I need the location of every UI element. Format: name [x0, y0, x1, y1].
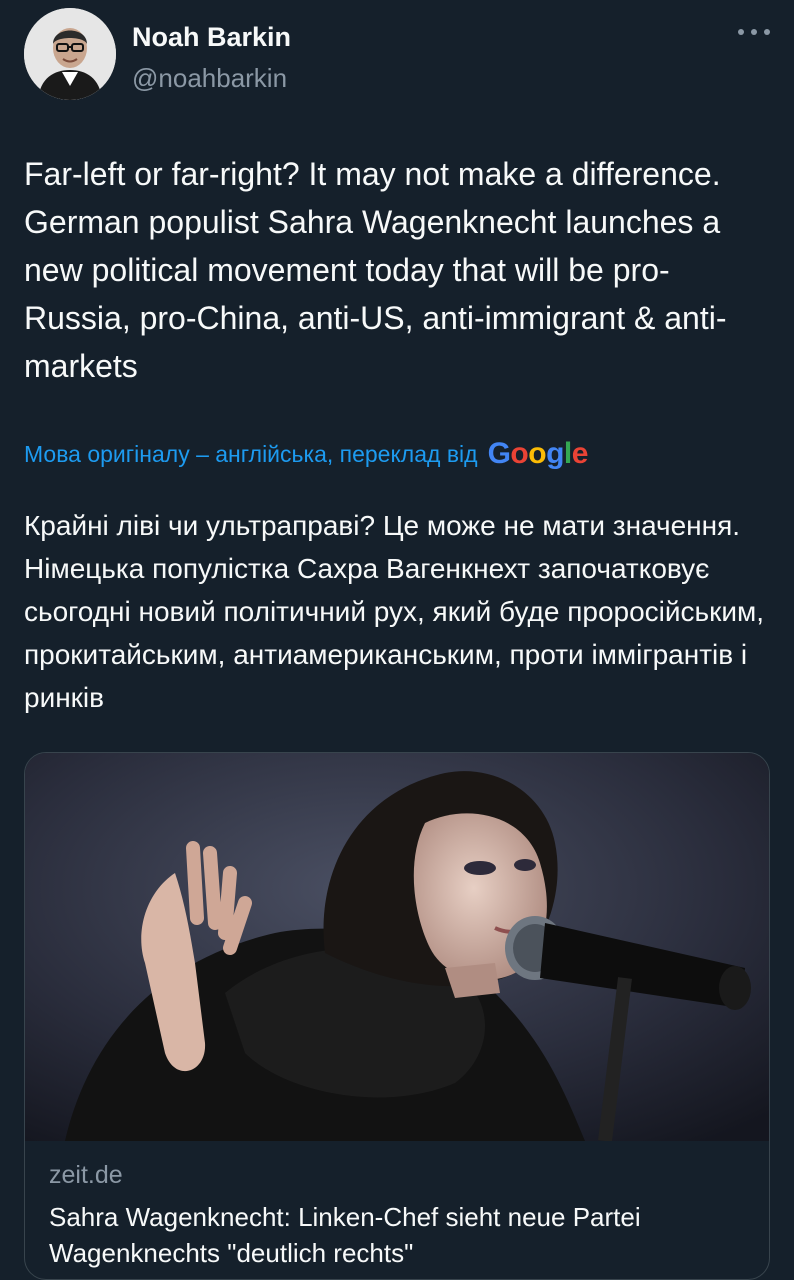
speaker-photo-image — [25, 753, 769, 1141]
avatar[interactable] — [24, 8, 116, 100]
translated-text: Крайні ліві чи ультраправі? Це може не м… — [24, 510, 765, 713]
tweet: Noah Barkin @noahbarkin Far-left or far-… — [0, 0, 794, 1280]
card-domain[interactable]: zeit.de — [49, 1161, 123, 1190]
translation-label[interactable]: Мова оригіналу – англійська, переклад ві… — [24, 441, 478, 468]
translation-attribution[interactable]: Мова оригіналу – англійська, переклад ві… — [24, 434, 588, 474]
dot — [751, 29, 757, 35]
tweet-text: Far-left or far-right? It may not make a… — [24, 156, 727, 384]
author-handle[interactable]: @noahbarkin — [132, 63, 287, 94]
google-logo: Google — [487, 437, 589, 470]
more-dots-icon[interactable] — [738, 22, 770, 42]
link-card[interactable]: zeit.de Sahra Wagenknecht: Linken-Chef s… — [24, 752, 770, 1280]
tweet-header: Noah Barkin @noahbarkin — [24, 8, 770, 100]
author-name[interactable]: Noah Barkin — [132, 22, 291, 53]
card-title[interactable]: Sahra Wagenknecht: Linken-Chef sieht neu… — [49, 1199, 749, 1271]
dot — [764, 29, 770, 35]
card-image[interactable] — [25, 753, 769, 1141]
profile-photo-icon — [24, 8, 116, 100]
dot — [738, 29, 744, 35]
